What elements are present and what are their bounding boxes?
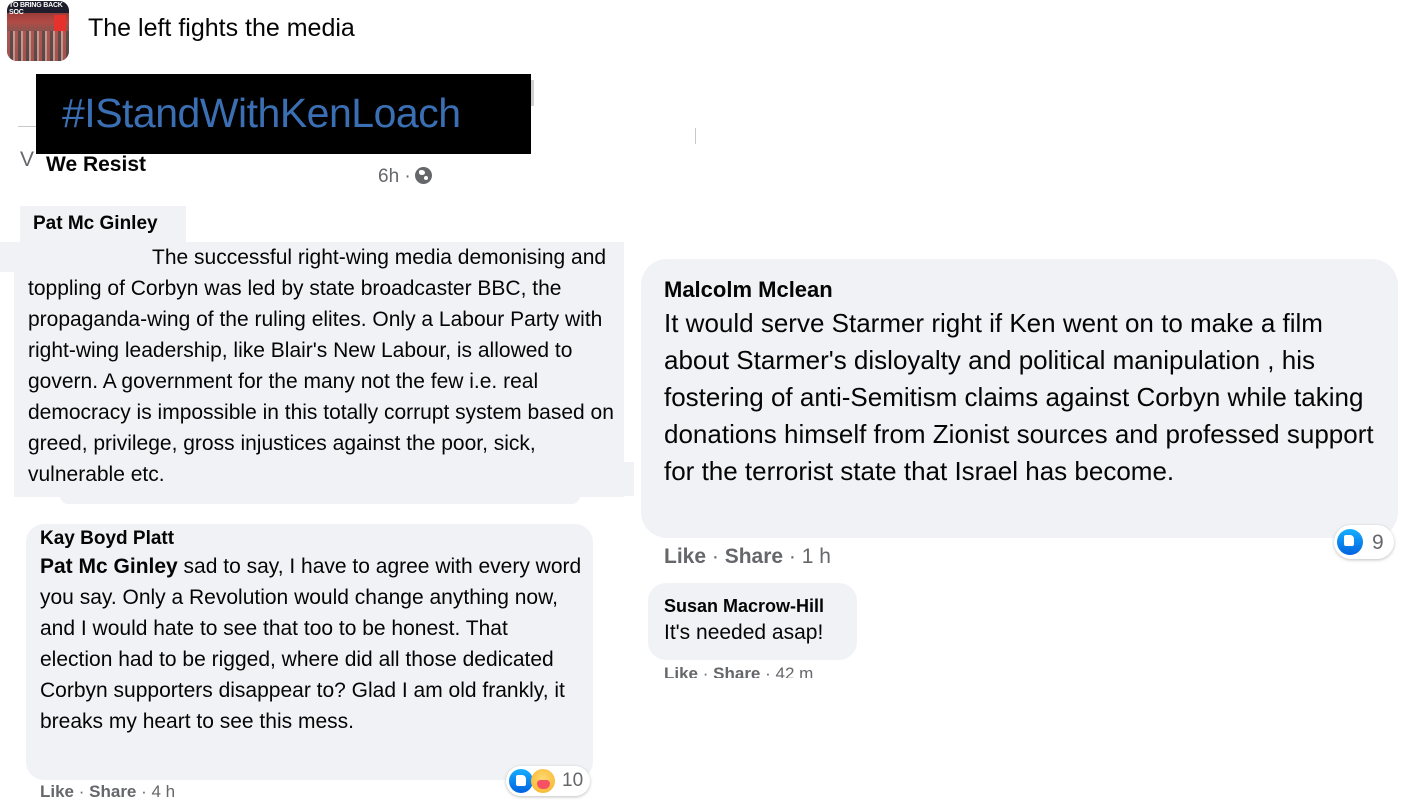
divider	[18, 126, 38, 127]
hashtag-banner: #IStandWithKenLoach	[36, 74, 531, 154]
comment-time[interactable]: 42 m	[776, 664, 814, 678]
comment-author[interactable]: Susan Macrow-Hill	[664, 596, 824, 617]
share-link[interactable]: Share	[725, 545, 783, 568]
comment-actions: Like · Share · 42 m	[664, 664, 813, 678]
reaction-summary[interactable]: 10	[506, 766, 590, 796]
avatar-banner-text: TO BRING BACK SOC	[9, 2, 63, 16]
comment-time[interactable]: 1 h	[802, 545, 831, 568]
post-time-text: 6h ·	[378, 166, 411, 187]
post-author[interactable]: We Resist	[46, 153, 146, 177]
group-avatar[interactable]: TO BRING BACK SOC	[7, 1, 69, 61]
group-title[interactable]: The left fights the media	[88, 14, 355, 43]
comment-text: It would serve Starmer right if Ken went…	[664, 308, 1374, 486]
mention-link[interactable]: Pat Mc Ginley	[40, 555, 178, 578]
reaction-count: 9	[1372, 531, 1384, 554]
post-timestamp[interactable]: 6h ·	[378, 166, 432, 188]
comment-actions: Like · Share · 1 h	[664, 545, 831, 568]
avatar-crowd-image	[7, 31, 69, 61]
comment-author[interactable]: Kay Boyd Platt	[40, 528, 174, 550]
comment-text: It's needed asap!	[664, 621, 824, 644]
like-link[interactable]: Like	[664, 545, 706, 568]
reaction-summary[interactable]: 9	[1334, 525, 1394, 559]
comment-text-body: The successful right-wing media demonisi…	[28, 246, 614, 486]
bubble-fragment	[60, 496, 580, 504]
divider	[695, 128, 696, 144]
reaction-count: 10	[562, 770, 584, 791]
like-link[interactable]: Like	[40, 782, 74, 801]
like-reaction-icon	[1337, 529, 1363, 555]
comment-actions: Like · Share · 4 h	[40, 782, 176, 801]
comment-author[interactable]: Pat Mc Ginley	[33, 213, 158, 235]
comment-time[interactable]: 4 h	[152, 782, 176, 801]
partial-text: V	[20, 148, 35, 171]
bubble-fragment	[0, 242, 14, 272]
globe-icon	[414, 167, 432, 184]
comment-text: Pat Mc Ginley sad to say, I have to agre…	[40, 551, 585, 737]
like-link[interactable]: Like	[664, 664, 698, 678]
comment-author[interactable]: Malcolm Mclean	[664, 277, 833, 303]
like-reaction-icon	[509, 769, 533, 793]
share-link[interactable]: Share	[89, 782, 136, 801]
care-reaction-icon	[531, 769, 555, 793]
divider	[531, 80, 534, 106]
hashtag-text: #IStandWithKenLoach	[62, 90, 461, 136]
comment-text-body: sad to say, I have to agree with every w…	[40, 555, 582, 733]
share-link[interactable]: Share	[713, 664, 760, 678]
comment-text: The successful right-wing media demonisi…	[28, 242, 628, 490]
